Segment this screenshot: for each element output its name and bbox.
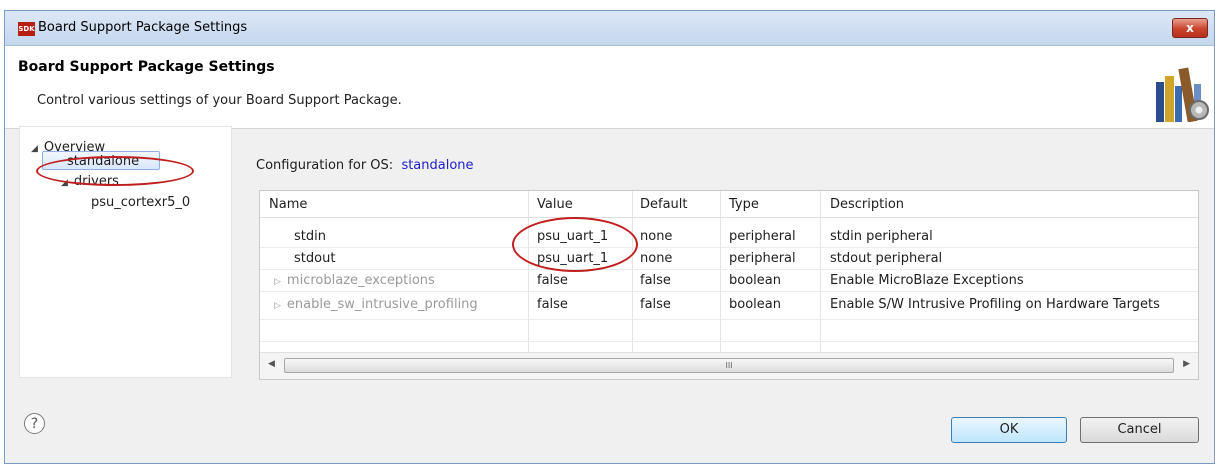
row-divider [260,247,1198,248]
column-header-name[interactable]: Name [269,197,307,212]
window-title: Board Support Package Settings [38,20,248,35]
row-divider [260,269,1198,270]
collapsed-triangle-icon[interactable]: ▷ [274,277,281,287]
table-row-value[interactable]: false [537,297,568,312]
column-divider [820,191,821,353]
tree-item-standalone[interactable]: standalone [67,154,139,169]
table-row-description: Enable S/W Intrusive Profiling on Hardwa… [830,297,1160,312]
column-header-description[interactable]: Description [830,197,904,212]
config-os-label: Configuration for OS: standalone [256,158,474,173]
tree-item-psu-cortexr5-0[interactable]: psu_cortexr5_0 [91,195,190,210]
config-os-link[interactable]: standalone [401,158,473,173]
expanded-triangle-icon[interactable]: ◢ [31,144,38,154]
table-row-name[interactable]: ▷ enable_sw_intrusive_profiling [274,297,478,312]
tree-item-overview-label: Overview [43,140,106,155]
table-row-value[interactable]: psu_uart_1 [537,229,608,244]
table-row-default: none [640,251,673,266]
table-row-value[interactable]: psu_uart_1 [537,251,608,266]
table-row-type: boolean [729,297,781,312]
collapsed-triangle-icon[interactable]: ▷ [274,301,281,311]
row-divider [260,319,1198,320]
row-divider [260,291,1198,292]
banner-title: Board Support Package Settings [18,59,275,75]
scrollbar-thumb[interactable]: III [284,358,1174,373]
banner-description: Control various settings of your Board S… [37,93,402,108]
table-row-name[interactable]: stdout [294,251,335,266]
table-row-description: Enable MicroBlaze Exceptions [830,273,1024,288]
title-bar: SDK Board Support Package Settings x [5,11,1214,46]
header-banner: Board Support Package Settings Control v… [5,46,1214,129]
table-row-default: false [640,297,671,312]
row-divider [260,341,1198,342]
table-row-name-label: enable_sw_intrusive_profiling [286,297,478,312]
scroll-left-arrow-icon[interactable]: ◀ [268,359,275,369]
column-header-type[interactable]: Type [729,197,759,212]
sdk-logo-icon: SDK [18,22,35,36]
table-row-name-label: microblaze_exceptions [286,273,435,288]
column-divider [720,191,721,353]
scroll-right-arrow-icon[interactable]: ▶ [1183,359,1190,369]
settings-table: Name Value Default Type Description stdi… [259,190,1199,380]
table-row-description: stdin peripheral [830,229,933,244]
table-row-type: boolean [729,273,781,288]
help-icon[interactable]: ? [24,413,45,434]
tree-item-drivers[interactable]: ◢ drivers [61,174,119,189]
column-header-value[interactable]: Value [537,197,573,212]
books-gear-icon [1156,67,1209,122]
config-label-text: Configuration for OS: [256,158,394,173]
column-divider [632,191,633,353]
table-row-default: false [640,273,671,288]
table-row-type: peripheral [729,229,796,244]
column-header-default[interactable]: Default [640,197,688,212]
table-row-description: stdout peripheral [830,251,943,266]
table-row-default: none [640,229,673,244]
expanded-triangle-icon[interactable]: ◢ [61,178,68,188]
column-divider [528,191,529,353]
table-header: Name Value Default Type Description [260,191,1198,218]
ok-button[interactable]: OK [951,417,1067,443]
table-row-name[interactable]: stdin [294,229,326,244]
tree-item-drivers-label: drivers [73,174,119,189]
table-row-value[interactable]: false [537,273,568,288]
cancel-button[interactable]: Cancel [1080,417,1199,443]
table-row-name[interactable]: ▷ microblaze_exceptions [274,273,435,288]
tree-item-overview[interactable]: ◢ Overview [31,140,105,155]
horizontal-scrollbar[interactable]: ◀ III ▶ [260,352,1198,379]
close-button[interactable]: x [1172,18,1208,38]
table-row-type: peripheral [729,251,796,266]
